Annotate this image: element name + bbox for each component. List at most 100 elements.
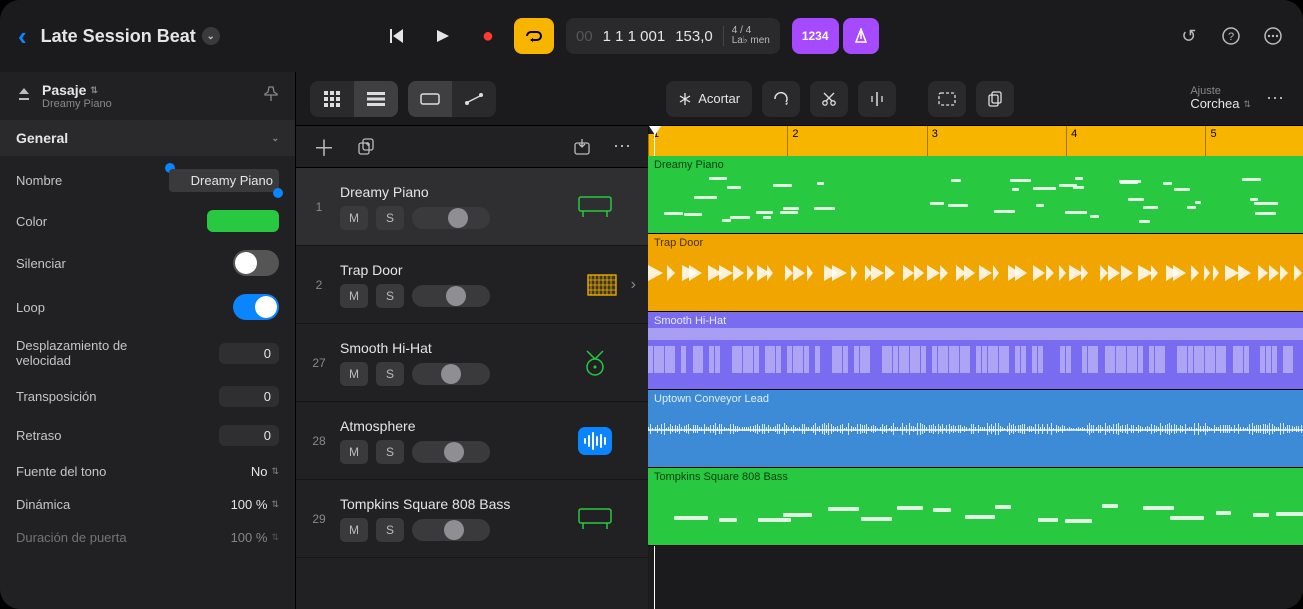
mute-button[interactable]: M — [340, 362, 368, 386]
snap-setting[interactable]: Ajuste Corchea⇅ — [1190, 85, 1251, 111]
chevron-right-icon[interactable]: › — [631, 276, 636, 294]
loop-switch[interactable] — [233, 294, 279, 320]
row-retraso: Retraso 0 — [0, 416, 295, 455]
transpose-field[interactable]: 0 — [219, 386, 279, 407]
project-title-text: Late Session Beat — [41, 26, 196, 47]
volume-slider[interactable] — [412, 207, 490, 229]
volume-slider[interactable] — [412, 519, 490, 541]
mute-button[interactable]: M — [340, 284, 368, 308]
lcd-key: La♭ men — [732, 36, 770, 46]
region-view-button[interactable] — [408, 81, 452, 117]
mute-switch[interactable] — [233, 250, 279, 276]
region-label: Smooth Hi-Hat — [654, 315, 726, 327]
gate-field[interactable]: 100 %⇅ — [199, 530, 279, 545]
solo-button[interactable]: S — [376, 440, 404, 464]
track-row[interactable]: 28AtmosphereMS — [296, 402, 648, 480]
track-number: 27 — [308, 356, 330, 370]
go-to-start-button[interactable] — [376, 18, 416, 54]
ruler-bar: 3 — [927, 126, 942, 156]
solo-button[interactable]: S — [376, 362, 404, 386]
cycle-button[interactable] — [514, 18, 554, 54]
lcd-display[interactable]: 00 1 1 1 001 153,0 4 / 4 La♭ men — [566, 18, 780, 54]
list-view-button[interactable] — [354, 81, 398, 117]
lcd-tempo: 153,0 — [675, 28, 713, 45]
grid-view-button[interactable] — [310, 81, 354, 117]
track-list: ＋ ⋯ 1Dreamy PianoMS2Trap DoorMS›27Smooth… — [296, 126, 648, 609]
project-title[interactable]: Late Session Beat ⌄ — [41, 26, 220, 47]
delay-field[interactable]: 0 — [219, 425, 279, 446]
tracklist-more-button[interactable]: ⋯ — [608, 136, 636, 157]
region[interactable]: Trap Door — [648, 234, 1303, 312]
pitch-source-select[interactable]: No⇅ — [199, 464, 279, 479]
solo-button[interactable]: S — [376, 284, 404, 308]
metronome-button[interactable] — [843, 18, 879, 54]
automation-view-button[interactable] — [452, 81, 496, 117]
row-fuente: Fuente del tono No⇅ — [0, 455, 295, 488]
view-mode-button[interactable]: 1234 — [792, 18, 839, 54]
lcd-position: 1 1 1 001 — [603, 28, 666, 45]
row-color: Color — [0, 201, 295, 241]
track-name: Dreamy Piano — [340, 184, 566, 200]
row-silenciar: Silenciar — [0, 241, 295, 285]
instrument-icon[interactable] — [576, 188, 614, 226]
region[interactable]: Dreamy Piano — [648, 156, 1303, 234]
volume-slider[interactable] — [412, 363, 490, 385]
ruler-bar: 5 — [1205, 126, 1220, 156]
row-puerta: Duración de puerta 100 %⇅ — [0, 521, 295, 554]
toolbar-more-button[interactable]: ⋯ — [1261, 88, 1289, 109]
dynamics-field[interactable]: 100 %⇅ — [199, 497, 279, 512]
solo-button[interactable]: S — [376, 206, 404, 230]
track-row[interactable]: 29Tompkins Square 808 BassMS — [296, 480, 648, 558]
back-button[interactable]: ‹ — [18, 21, 27, 52]
copy-button[interactable] — [976, 81, 1014, 117]
volume-slider[interactable] — [412, 441, 490, 463]
transport: ● 00 1 1 1 001 153,0 4 / 4 La♭ men 1234 — [376, 18, 879, 54]
track-row[interactable]: 2Trap DoorMS› — [296, 246, 648, 324]
track-name: Smooth Hi-Hat — [340, 340, 566, 356]
track-name: Tompkins Square 808 Bass — [340, 496, 566, 512]
loop-tool-button[interactable] — [762, 81, 800, 117]
instrument-icon[interactable] — [576, 500, 614, 538]
track-number: 28 — [308, 434, 330, 448]
region[interactable]: Smooth Hi-Hat — [648, 312, 1303, 390]
split-button[interactable] — [858, 81, 896, 117]
marquee-button[interactable] — [928, 81, 966, 117]
solo-button[interactable]: S — [376, 518, 404, 542]
chevron-updown-icon: ⇅ — [90, 85, 98, 96]
instrument-icon[interactable] — [583, 266, 621, 304]
track-row[interactable]: 1Dreamy PianoMS — [296, 168, 648, 246]
mute-button[interactable]: M — [340, 518, 368, 542]
color-swatch[interactable] — [207, 210, 279, 232]
instrument-icon[interactable] — [576, 344, 614, 382]
record-button[interactable]: ● — [468, 18, 508, 54]
region[interactable]: Uptown Conveyor Lead — [648, 390, 1303, 468]
mute-button[interactable]: M — [340, 440, 368, 464]
track-row[interactable]: 27 Smooth Hi-Hat MS — [296, 324, 648, 402]
ruler-bar: 4 — [1066, 126, 1081, 156]
play-button[interactable] — [422, 18, 462, 54]
more-icon[interactable] — [1261, 24, 1285, 48]
inspector-panel: Pasaje ⇅ Dreamy Piano General ⌄ Nombre — [0, 72, 296, 609]
velocity-offset-field[interactable]: 0 — [219, 343, 279, 364]
ruler[interactable]: 12345 — [648, 126, 1303, 156]
chevron-down-icon: ⌄ — [271, 133, 279, 144]
region[interactable]: Tompkins Square 808 Bass — [648, 468, 1303, 546]
volume-slider[interactable] — [412, 285, 490, 307]
add-track-button[interactable]: ＋ — [308, 131, 340, 163]
pin-button[interactable] — [263, 86, 279, 107]
mute-button[interactable]: M — [340, 206, 368, 230]
help-icon[interactable]: ? — [1219, 24, 1243, 48]
svg-text:?: ? — [1228, 31, 1234, 43]
scissors-button[interactable] — [810, 81, 848, 117]
import-button[interactable] — [566, 131, 598, 163]
duplicate-track-button[interactable] — [350, 131, 382, 163]
instrument-icon[interactable] — [576, 422, 614, 460]
arrange-area[interactable]: 12345 Dreamy PianoTrap DoorSmooth Hi-Hat… — [648, 126, 1303, 609]
inspector-section-header[interactable]: General ⌄ — [0, 120, 295, 156]
inspector-subtitle: Dreamy Piano — [42, 98, 253, 110]
undo-history-icon[interactable]: ↺ — [1177, 24, 1201, 48]
inspector-up-button[interactable] — [16, 86, 32, 107]
trim-tool-button[interactable]: Acortar — [666, 81, 752, 117]
name-field[interactable] — [169, 169, 279, 192]
row-desplazamiento: Desplazamiento de velocidad 0 — [0, 329, 295, 377]
